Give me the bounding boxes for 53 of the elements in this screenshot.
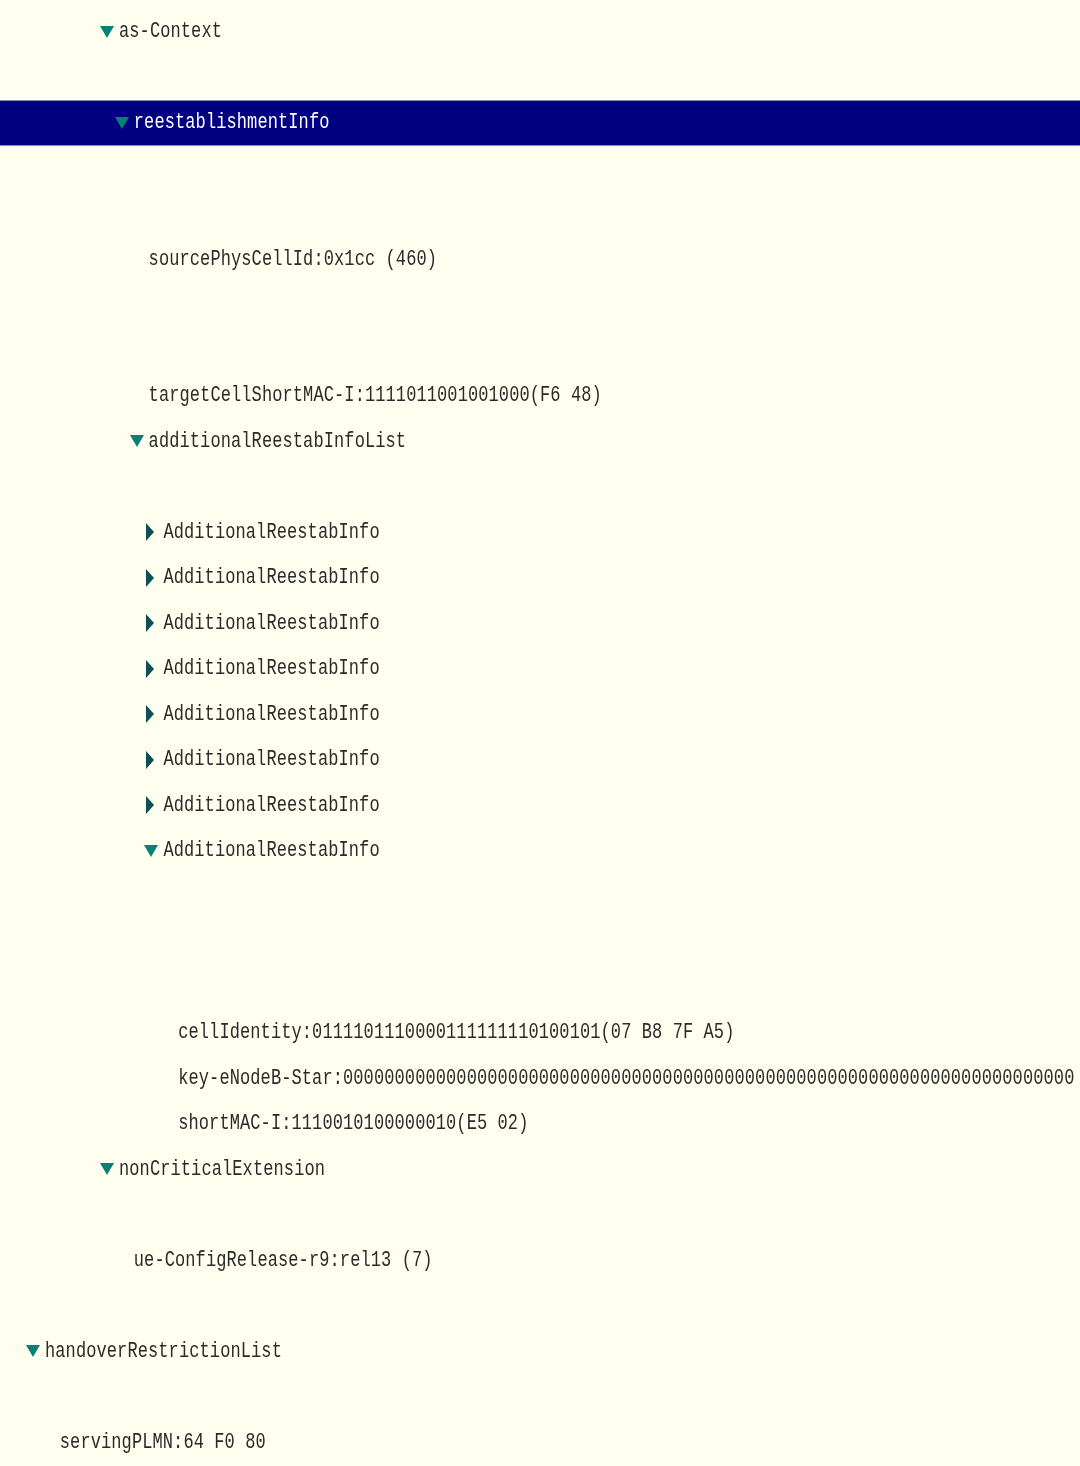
tree-node-label[interactable]: AdditionalReestabInfo xyxy=(163,747,380,773)
tree-node-label[interactable]: targetCellShortMAC-I:1111011001001000(F6 48) xyxy=(148,383,602,409)
tree-row[interactable]: cellIdentity:0111101110000111111110100101(07 B8 7F A5) xyxy=(0,1010,1080,1056)
tree-row[interactable]: AdditionalReestabInfo xyxy=(0,509,1080,555)
expanded-arrow-icon[interactable] xyxy=(100,25,114,38)
tree-row[interactable]: AdditionalReestabInfo xyxy=(0,555,1080,601)
tree-row[interactable]: AdditionalReestabInfo xyxy=(0,646,1080,692)
tree-node-label[interactable]: AdditionalReestabInfo xyxy=(163,519,380,545)
tree-node-label[interactable]: sourcePhysCellId:0x1cc (460) xyxy=(148,246,438,272)
tree-row[interactable]: nonCriticalExtension xyxy=(0,1146,1080,1192)
collapsed-arrow-icon[interactable] xyxy=(146,659,155,678)
tree-row[interactable]: handoverRestrictionList xyxy=(0,1328,1080,1374)
tree-row[interactable]: targetCellShortMAC-I:1111011001001000(F6 48) xyxy=(0,373,1080,419)
tree-node-label[interactable]: cellIdentity:0111101110000111111110100101(07 B8 7F A5) xyxy=(178,1020,735,1046)
collapsed-arrow-icon[interactable] xyxy=(146,614,155,633)
tree-row[interactable]: AdditionalReestabInfo xyxy=(0,691,1080,737)
expanded-arrow-icon[interactable] xyxy=(144,844,159,857)
tree-node-label[interactable]: key-eNodeB-Star:00000000000000000000000000000000000000000000000000000000000000000000000 xyxy=(178,1065,1075,1091)
tree-node-label[interactable]: handoverRestrictionList xyxy=(45,1338,282,1364)
selected-row[interactable]: reestablishmentInfo xyxy=(0,100,1080,146)
expanded-arrow-icon[interactable] xyxy=(100,1163,114,1176)
tree-node-label[interactable]: AdditionalReestabInfo xyxy=(163,656,380,682)
tree-row[interactable]: additionalReestabInfoList xyxy=(0,418,1080,464)
tree-node-label[interactable]: AdditionalReestabInfo xyxy=(163,701,380,727)
tree-row[interactable]: servingPLMN:64 F0 80 xyxy=(0,1419,1080,1465)
expanded-arrow-icon[interactable] xyxy=(114,116,129,129)
tree-node-label[interactable]: ue-ConfigRelease-r9:rel13 (7) xyxy=(133,1247,433,1273)
collapsed-arrow-icon[interactable] xyxy=(146,568,155,587)
tree-node-label[interactable]: AdditionalReestabInfo xyxy=(163,565,380,591)
tree-row[interactable]: AdditionalReestabInfo xyxy=(0,600,1080,646)
tree-node-label[interactable]: AdditionalReestabInfo xyxy=(163,792,380,818)
tree-node-label[interactable]: servingPLMN:64 F0 80 xyxy=(59,1429,266,1455)
tree-node-label[interactable]: AdditionalReestabInfo xyxy=(163,838,380,864)
tree-row[interactable]: shortMAC-I:1110010100000010(E5 02) xyxy=(0,1101,1080,1147)
expanded-arrow-icon[interactable] xyxy=(129,435,144,448)
tree-row[interactable]: as-Context xyxy=(0,9,1080,55)
tree-node-label[interactable]: as-Context xyxy=(119,19,223,45)
tree-row[interactable]: AdditionalReestabInfo xyxy=(0,782,1080,828)
expanded-arrow-icon[interactable] xyxy=(26,1345,40,1358)
collapsed-arrow-icon[interactable] xyxy=(146,705,155,724)
tree-node-label[interactable]: AdditionalReestabInfo xyxy=(163,610,380,636)
tree-node-label[interactable]: shortMAC-I:1110010100000010(E5 02) xyxy=(178,1111,529,1137)
collapsed-arrow-icon[interactable] xyxy=(146,523,155,542)
tree-node-label[interactable]: reestablishmentInfo xyxy=(133,110,330,136)
tree-row[interactable]: sourcePhysCellId:0x1cc (460) xyxy=(0,236,1080,282)
tree-node-label[interactable]: nonCriticalExtension xyxy=(119,1156,326,1182)
collapsed-arrow-icon[interactable] xyxy=(146,796,155,815)
tree-row[interactable]: AdditionalReestabInfo xyxy=(0,828,1080,874)
collapsed-arrow-icon[interactable] xyxy=(146,750,155,769)
tree-node-label[interactable]: additionalReestabInfoList xyxy=(148,428,407,454)
tree-row[interactable]: AdditionalReestabInfo xyxy=(0,737,1080,783)
tree-row[interactable]: key-eNodeB-Star:00000000000000000000000000000000000000000000000000000000000000000000000 xyxy=(0,1055,1080,1101)
tree-row[interactable]: ue-ConfigRelease-r9:rel13 (7) xyxy=(0,1237,1080,1283)
